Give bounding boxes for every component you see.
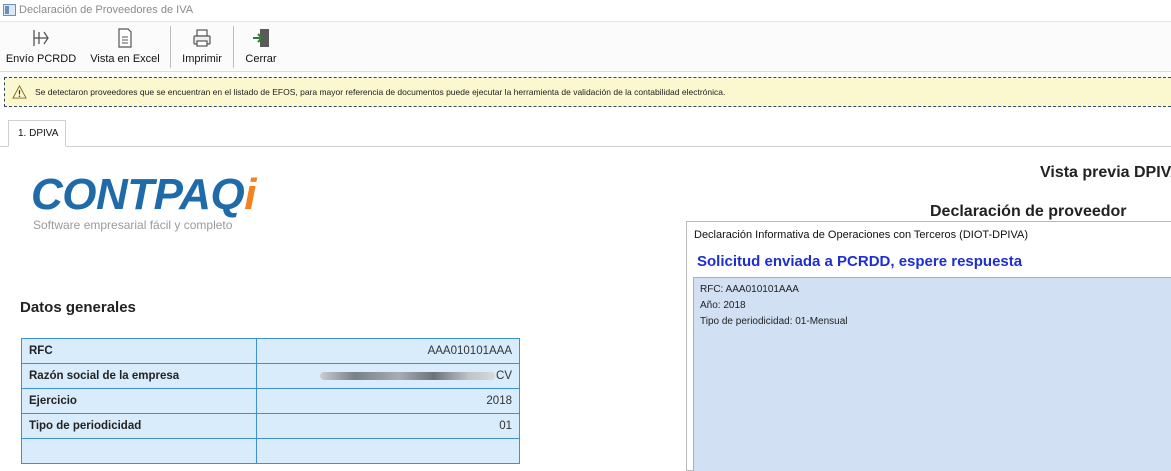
row-value: AAA010101AAA: [256, 338, 520, 364]
app-window-icon: [3, 4, 16, 16]
row-value: 2018: [256, 388, 520, 414]
preview-title: Vista previa DPIVA: [1040, 164, 1171, 181]
warning-icon: [12, 85, 27, 99]
window-title: Declaración de Proveedores de IVA: [19, 4, 194, 16]
dialog-heading: Solicitud enviada a PCRDD, espere respue…: [697, 253, 1023, 270]
imprimir-button[interactable]: Imprimir: [177, 25, 227, 69]
row-label: RFC: [21, 338, 257, 364]
table-row: Tipo de periodicidad 01: [21, 413, 520, 439]
cerrar-button[interactable]: Cerrar: [240, 25, 282, 69]
row-value-redacted: CV: [256, 363, 520, 389]
row-label: [21, 438, 257, 464]
table-row: RFC AAA010101AAA: [21, 338, 520, 364]
general-data-table: RFC AAA010101AAA Razón social de la empr…: [21, 338, 520, 464]
contpaqi-logo: CONTPAQi Software empresarial fácil y co…: [31, 173, 256, 233]
table-row: Ejercicio 2018: [21, 388, 520, 414]
dialog-info-line: Año: 2018: [700, 300, 746, 311]
dialog-title: Declaración Informativa de Operaciones c…: [694, 229, 1029, 241]
document-icon: [118, 28, 132, 48]
envio-pcrdd-button[interactable]: Envío PCRDD: [3, 25, 79, 69]
toolbar-separator: [233, 26, 234, 68]
preview-subtitle: Declaración de proveedor: [930, 203, 1127, 220]
logo-wordmark: CONTPAQi: [31, 173, 256, 217]
exit-icon: [253, 29, 269, 47]
tab-strip: 1. DPIVA: [0, 120, 1171, 147]
row-label: Ejercicio: [21, 388, 257, 414]
row-value: [256, 438, 520, 464]
efos-warning-message: Se detectaron proveedores que se encuent…: [35, 87, 726, 97]
imprimir-label: Imprimir: [182, 53, 222, 65]
toolbar-separator: [170, 26, 171, 68]
logo-word-accent: i: [244, 170, 256, 219]
printer-icon: [193, 29, 211, 47]
vista-excel-button[interactable]: Vista en Excel: [86, 25, 164, 69]
vista-excel-label: Vista en Excel: [90, 53, 160, 65]
cerrar-label: Cerrar: [245, 53, 277, 65]
toolbar: Envío PCRDD Vista en Excel Imprimir Cerr…: [0, 22, 1171, 72]
logo-word-main: CONTPAQ: [31, 170, 245, 219]
table-row: [21, 438, 520, 464]
pcrdd-status-dialog: Declaración Informativa de Operaciones c…: [686, 221, 1171, 471]
window-titlebar: Declaración de Proveedores de IVA: [0, 0, 1171, 22]
efos-warning-bar: Se detectaron proveedores que se encuent…: [4, 77, 1171, 107]
table-row: Razón social de la empresa CV: [21, 363, 520, 389]
logo-tagline: Software empresarial fácil y completo: [33, 218, 233, 232]
row-label: Razón social de la empresa: [21, 363, 257, 389]
envio-pcrdd-label: Envío PCRDD: [5, 53, 77, 65]
row-label: Tipo de periodicidad: [21, 413, 257, 439]
row-value-suffix: CV: [496, 370, 512, 382]
row-value: 01: [256, 413, 520, 439]
dialog-info-line: Tipo de periodicidad: 01-Mensual: [700, 316, 848, 327]
dialog-info-line: RFC: AAA010101AAA: [700, 284, 799, 295]
dialog-info-panel: RFC: AAA010101AAA Año: 2018 Tipo de peri…: [693, 277, 1171, 471]
section-title: Datos generales: [20, 299, 136, 316]
tab-dpiva[interactable]: 1. DPIVA: [8, 120, 66, 147]
send-icon: [33, 30, 49, 46]
redaction-blur: [320, 371, 496, 380]
